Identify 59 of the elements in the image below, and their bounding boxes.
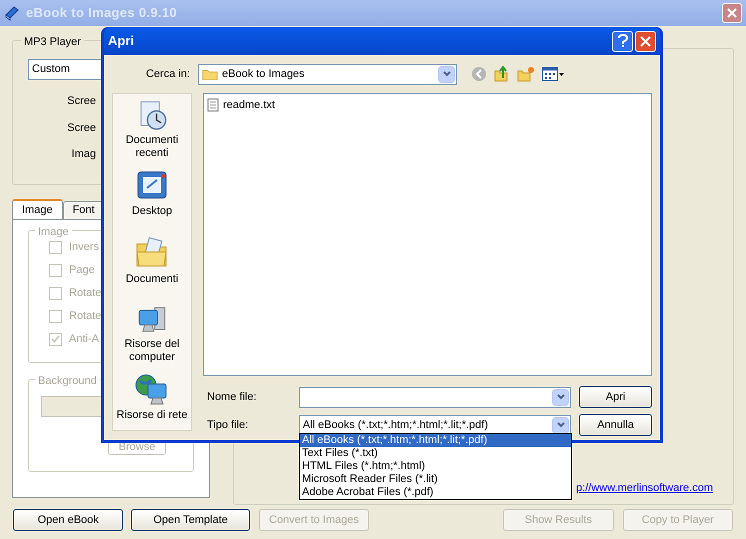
caret-icon — [556, 394, 565, 400]
tab[interactable]: Image — [12, 199, 63, 219]
file-name-field[interactable] — [298, 386, 572, 408]
dialog-title: Apri — [108, 32, 134, 50]
dropdown-option[interactable]: HTML Files (*.htm;*.html) — [300, 460, 571, 473]
caret-icon — [556, 422, 565, 428]
close-button[interactable] — [635, 30, 656, 52]
help-button[interactable] — [612, 30, 633, 52]
website-link[interactable]: p://www.merlinsoftware.com — [576, 480, 713, 496]
close-icon — [640, 36, 651, 46]
look-in-dropdown[interactable]: eBook to Images — [198, 64, 457, 84]
action-button[interactable]: Open eBook — [13, 509, 124, 531]
group-label: Background — [35, 373, 100, 390]
dropdown-option[interactable]: Adobe Acrobat Files (*.pdf) — [300, 486, 571, 499]
grid-view-icon — [542, 67, 558, 81]
dropdown-option[interactable]: Microsoft Reader Files (*.lit) — [300, 473, 571, 486]
view-menu-button[interactable] — [542, 67, 564, 81]
group-label: MP3 Player — [21, 34, 84, 50]
checkbox-label: Rotate — [69, 308, 102, 324]
dropdown-button[interactable] — [438, 66, 455, 82]
dropdown-button[interactable] — [552, 416, 570, 434]
network-computer-icon — [135, 372, 169, 406]
field-label: Imag — [70, 147, 96, 162]
file-name-label: Nome file: — [206, 390, 258, 405]
folder-icon — [202, 68, 218, 80]
field-label: Scree — [66, 94, 96, 109]
cancel-button[interactable]: Annulla — [579, 414, 652, 436]
dropdown-button[interactable] — [552, 388, 570, 406]
place-item[interactable]: Risorse di rete — [113, 372, 191, 432]
window-title: eBook to Images 0.9.10 — [26, 4, 177, 22]
place-item[interactable]: Desktop — [113, 168, 191, 228]
back-icon[interactable] — [471, 66, 487, 82]
file-type-dropdown[interactable]: All eBooks (*.txt;*.htm;*.html;*.lit;*.pdf) — [298, 414, 572, 436]
help-icon — [618, 34, 628, 48]
place-item[interactable]: Risorse del computer — [113, 304, 191, 364]
checkbox-label: Invers — [69, 240, 99, 255]
new-folder-icon[interactable] — [517, 66, 535, 82]
book-icon — [4, 5, 20, 21]
checkmark-icon — [51, 335, 60, 343]
file-type-label: Tipo file: — [206, 418, 250, 433]
file-item[interactable]: readme.txt — [207, 97, 648, 114]
group-label: Image — [35, 224, 72, 240]
dropdown-option[interactable]: Text Files (*.txt) — [300, 447, 571, 460]
text-file-icon — [207, 98, 219, 112]
up-folder-icon[interactable] — [494, 66, 510, 82]
look-in-label: Cerca in: — [144, 66, 191, 82]
checkbox-label: Page — [69, 262, 95, 278]
dropdown-option[interactable]: All eBooks (*.txt;*.htm;*.html;*.lit;*.pdf) — [300, 434, 571, 447]
close-button[interactable] — [722, 3, 742, 23]
action-button[interactable]: Open Template — [131, 509, 250, 531]
caret-icon — [442, 71, 450, 77]
place-item[interactable]: Documenti recenti — [113, 100, 191, 160]
close-icon — [727, 8, 737, 18]
checkbox-label: Anti-A — [69, 332, 99, 347]
open-button[interactable]: Apri — [579, 386, 652, 408]
place-item[interactable]: Documenti — [113, 236, 191, 296]
checkbox-label: Rotate — [69, 286, 102, 301]
caret-icon — [559, 72, 564, 76]
field-label: Scree — [66, 120, 96, 136]
